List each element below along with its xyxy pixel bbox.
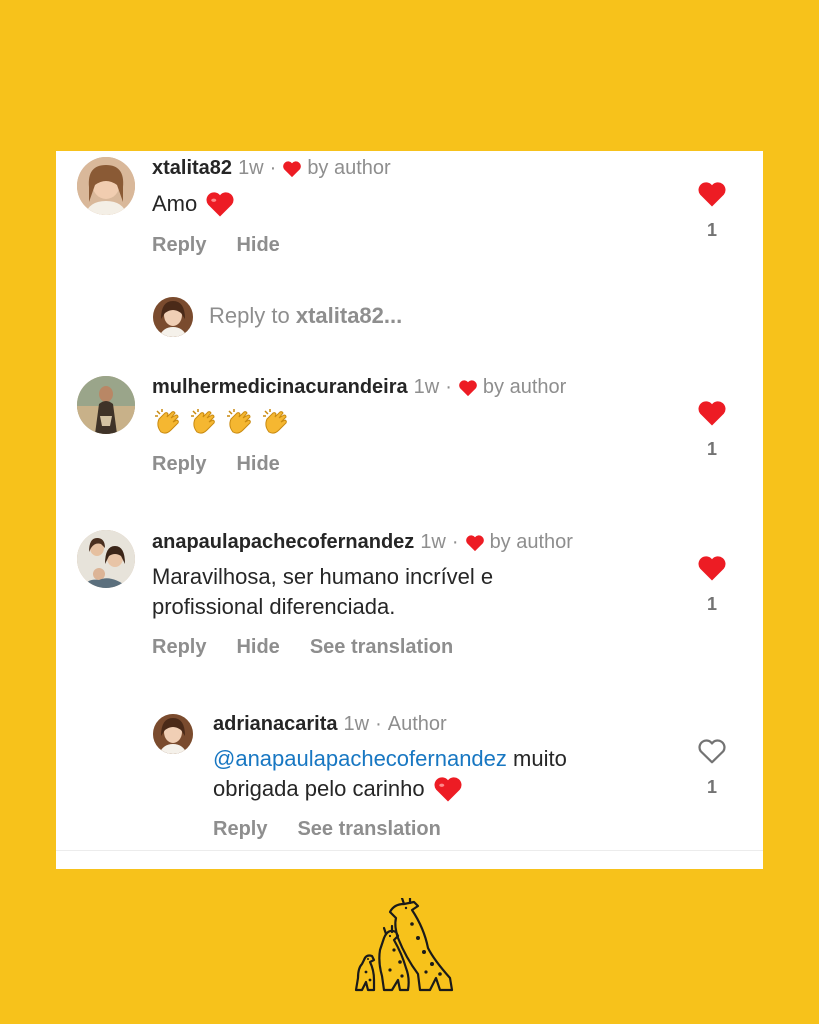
see-translation-button[interactable]: See translation	[297, 818, 440, 841]
comment-meta: mulhermedicinacurandeira 1w · by author	[152, 376, 566, 399]
comment-actions: Reply Hide	[152, 234, 310, 257]
reply-button[interactable]: Reply	[152, 453, 206, 476]
reply-button[interactable]: Reply	[152, 234, 206, 257]
like-count: 1	[706, 594, 717, 614]
reply-input[interactable]: Reply to xtalita82...	[209, 303, 402, 329]
comment-actions: Reply See translation	[213, 818, 471, 841]
comment-actions: Reply Hide See translation	[152, 636, 483, 659]
liked-by-author-label: by author	[489, 531, 573, 553]
avatar[interactable]	[77, 530, 135, 588]
heart-icon	[459, 379, 477, 396]
comment-text: Maravilhosa, ser humano incrível e profi…	[152, 562, 493, 622]
comment-time: 1w	[420, 531, 446, 553]
my-avatar	[153, 297, 193, 337]
avatar[interactable]	[77, 376, 135, 434]
clapping-hands-emoji-icon	[263, 409, 287, 434]
comment-text-content: obrigada pelo carinho	[213, 776, 425, 801]
like-column: 1	[692, 737, 732, 798]
like-column: 1	[692, 554, 732, 615]
like-column: 1	[692, 180, 732, 241]
username[interactable]: mulhermedicinacurandeira	[152, 376, 408, 399]
red-heart-emoji-icon	[434, 777, 462, 802]
username[interactable]: xtalita82	[152, 157, 232, 180]
comment-meta: anapaulapachecofernandez 1w · by author	[152, 531, 573, 554]
avatar[interactable]	[77, 157, 135, 215]
separator-dot: ·	[269, 157, 277, 179]
like-heart-filled-icon[interactable]	[697, 180, 727, 208]
comment-text-content: Amo	[152, 191, 198, 216]
comment-actions: Reply Hide	[152, 453, 310, 476]
giraffe-logo-icon	[354, 898, 454, 992]
page: xtalita82 1w · by author Amo Reply Hide …	[0, 0, 819, 1024]
comment-text-line: @anapaulapachecofernandez muito	[213, 744, 567, 774]
hide-button[interactable]: Hide	[236, 636, 279, 659]
reply-input-prefix: Reply to	[209, 303, 290, 328]
separator-dot: ·	[451, 531, 459, 553]
comment-text-line: profissional diferenciada.	[152, 594, 396, 619]
reply-button[interactable]: Reply	[213, 818, 267, 841]
like-count: 1	[706, 439, 717, 459]
comment-meta: adrianacarita 1w · Author	[213, 713, 447, 736]
like-heart-outline-icon[interactable]	[697, 737, 727, 765]
heart-icon	[283, 160, 302, 177]
like-count: 1	[706, 777, 717, 797]
like-column: 1	[692, 399, 732, 460]
mention-link[interactable]: @anapaulapachecofernandez	[213, 746, 507, 771]
avatar[interactable]	[153, 714, 193, 754]
see-translation-button[interactable]: See translation	[310, 636, 453, 659]
comment-text: @anapaulapachecofernandez muito obrigada…	[213, 744, 567, 804]
like-count: 1	[706, 220, 717, 240]
like-heart-filled-icon[interactable]	[697, 399, 727, 427]
red-heart-emoji-icon	[206, 192, 234, 217]
username[interactable]: anapaulapachecofernandez	[152, 531, 414, 554]
clapping-hands-emoji-icon	[227, 409, 251, 434]
author-badge: Author	[387, 713, 447, 735]
comment-emoji-row	[152, 406, 292, 438]
clapping-hands-emoji-icon	[155, 409, 179, 434]
comment-time: 1w	[343, 713, 370, 735]
comment-text-line: obrigada pelo carinho	[213, 774, 567, 804]
hide-button[interactable]: Hide	[236, 234, 279, 257]
separator-dot: ·	[445, 376, 452, 398]
comment-text: Amo	[152, 189, 235, 219]
like-heart-filled-icon[interactable]	[697, 554, 727, 582]
comments-card: xtalita82 1w · by author Amo Reply Hide …	[56, 151, 763, 869]
comment-time: 1w	[238, 157, 264, 179]
divider	[56, 850, 763, 851]
comment-text-content: muito	[513, 746, 567, 771]
clapping-hands-emoji-icon	[191, 409, 215, 434]
comment-time: 1w	[413, 376, 440, 398]
hide-button[interactable]: Hide	[236, 453, 279, 476]
reply-input-target: xtalita82...	[295, 303, 403, 328]
separator-dot: ·	[375, 713, 382, 735]
comment-meta: xtalita82 1w · by author	[152, 157, 391, 180]
reply-button[interactable]: Reply	[152, 636, 206, 659]
liked-by-author-label: by author	[482, 376, 567, 398]
comment-text-line: Maravilhosa, ser humano incrível e	[152, 564, 494, 589]
liked-by-author-label: by author	[307, 157, 391, 179]
username[interactable]: adrianacarita	[213, 713, 338, 736]
heart-icon	[465, 534, 484, 551]
